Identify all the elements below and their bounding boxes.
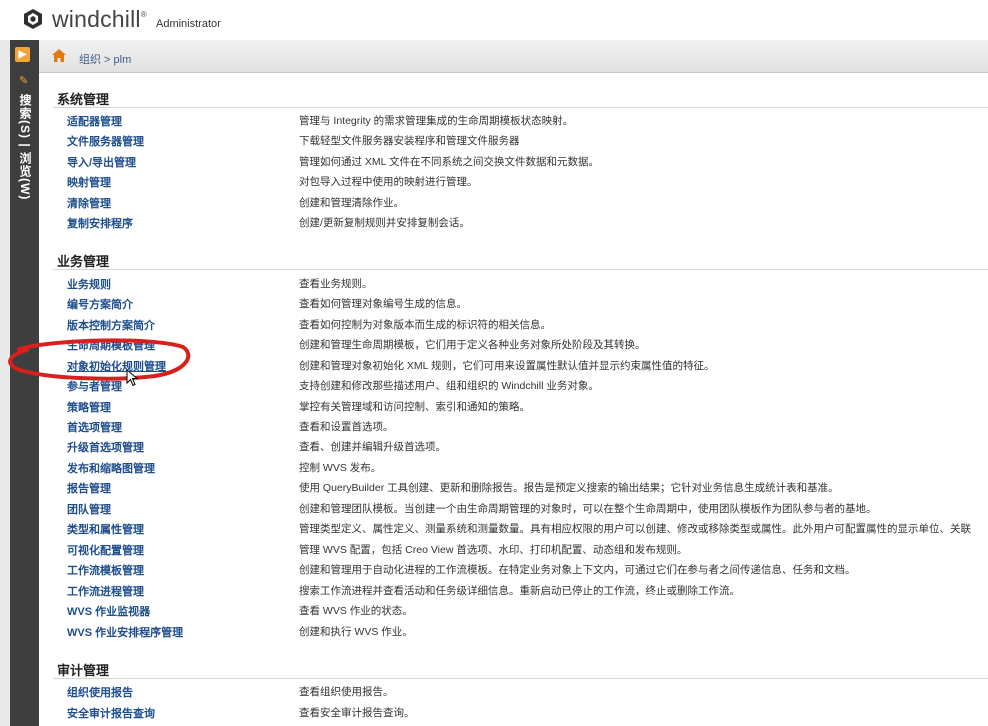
utility-description: 支持创建和修改那些描述用户、组和组织的 Windchill 业务对象。 xyxy=(299,380,599,392)
search-browse-tab[interactable]: 搜索(S) | 浏览(W) xyxy=(17,94,34,200)
list-item: 复制安排程序 创建/更新复制规则并安排复制会话。 xyxy=(39,212,988,232)
utility-description: 查看如何控制为对象版本而生成的标识符的相关信息。 xyxy=(299,319,551,331)
utility-description: 查看如何管理对象编号生成的信息。 xyxy=(299,298,467,310)
utility-link[interactable]: 发布和缩略图管理 xyxy=(67,460,155,476)
utility-description: 查看组织使用报告。 xyxy=(299,686,394,698)
utility-link[interactable]: 版本控制方案简介 xyxy=(67,317,155,333)
section-title-audit: 审计管理 xyxy=(57,663,110,678)
utility-link[interactable]: 策略管理 xyxy=(67,399,111,415)
list-item: 导入/导出管理 管理如何通过 XML 文件在不同系统之间交换文件数据和元数据。 xyxy=(39,151,988,171)
utility-description: 查看、创建并编辑升级首选项。 xyxy=(299,441,446,453)
utility-description: 创建和管理团队模板。当创建一个由生命周期管理的对象时，可以在整个生命周期中，使用… xyxy=(299,503,877,515)
utility-link[interactable]: 业务规则 xyxy=(67,276,111,292)
list-item: 适配器管理 管理与 Integrity 的需求管理集成的生命周期模板状态映射。 xyxy=(39,110,988,130)
utility-link[interactable]: 清除管理 xyxy=(67,195,111,211)
breadcrumb[interactable]: 组织 > plm xyxy=(79,51,131,67)
utility-link[interactable]: WVS 作业安排程序管理 xyxy=(67,624,183,640)
list-item: 发布和缩略图管理 控制 WVS 发布。 xyxy=(39,457,988,477)
expand-navigator-button[interactable]: ▶ xyxy=(15,47,30,62)
utility-description: 对包导入过程中使用的映射进行管理。 xyxy=(299,176,478,188)
utility-description: 掌控有关管理域和访问控制、索引和通知的策略。 xyxy=(299,401,530,413)
utility-link[interactable]: 生命周期模板管理 xyxy=(67,337,155,353)
list-item: 安全审计报告查询 查看安全审计报告查询。 xyxy=(39,702,988,722)
user-role: Administrator xyxy=(156,18,221,30)
utility-description: 创建/更新复制规则并安排复制会话。 xyxy=(299,217,470,229)
list-item: 编号方案简介 查看如何管理对象编号生成的信息。 xyxy=(39,293,988,313)
home-icon[interactable] xyxy=(52,49,66,62)
list-item: 业务规则 查看业务规则。 xyxy=(39,273,988,293)
utility-description: 查看 WVS 作业的状态。 xyxy=(299,605,413,617)
list-item: 版本控制方案简介 查看如何控制为对象版本而生成的标识符的相关信息。 xyxy=(39,314,988,334)
utility-link[interactable]: 组织使用报告 xyxy=(67,684,133,700)
utility-link[interactable]: 参与者管理 xyxy=(67,378,122,394)
list-item: 生命周期模板管理 创建和管理生命周期模板，它们用于定义各种业务对象所处阶段及其转换… xyxy=(39,334,988,354)
utility-link[interactable]: 可视化配置管理 xyxy=(67,542,144,558)
utility-link[interactable]: 安全审计报告查询 xyxy=(67,705,155,721)
list-item: 组织使用报告 查看组织使用报告。 xyxy=(39,681,988,701)
utility-description: 管理与 Integrity 的需求管理集成的生命周期模板状态映射。 xyxy=(299,115,574,127)
list-item: 映射管理 对包导入过程中使用的映射进行管理。 xyxy=(39,171,988,191)
list-item: 报告管理 使用 QueryBuilder 工具创建、更新和删除报告。报告是预定义搜… xyxy=(39,477,988,497)
utility-link[interactable]: 工作流进程管理 xyxy=(67,583,144,599)
utility-description: 查看业务规则。 xyxy=(299,278,373,290)
utility-description: 创建和执行 WVS 作业。 xyxy=(299,626,413,638)
navigator-sidebar: ▶ ✎ 搜索(S) | 浏览(W) xyxy=(10,40,39,726)
list-item: 可视化配置管理 管理 WVS 配置，包括 Creo View 首选项、水印、打印机… xyxy=(39,539,988,559)
section-divider xyxy=(53,107,988,108)
utility-description: 查看和设置首选项。 xyxy=(299,421,394,433)
utility-description: 下载轻型文件服务器安装程序和管理文件服务器 xyxy=(299,135,520,147)
list-item: 工作流进程管理 搜索工作流进程并查看活动和任务级详细信息。重新启动已停止的工作流，… xyxy=(39,580,988,600)
utility-link[interactable]: 适配器管理 xyxy=(67,113,122,129)
list-item: 升级首选项管理 查看、创建并编辑升级首选项。 xyxy=(39,436,988,456)
utility-link[interactable]: 文件服务器管理 xyxy=(67,133,144,149)
windchill-logo-icon xyxy=(24,9,42,29)
utility-description: 搜索工作流进程并查看活动和任务级详细信息。重新启动已停止的工作流，终止或删除工作… xyxy=(299,585,740,597)
utility-link[interactable]: 对象初始化规则管理 xyxy=(67,358,166,374)
utility-link[interactable]: 首选项管理 xyxy=(67,419,122,435)
utility-description: 创建和管理清除作业。 xyxy=(299,197,404,209)
list-item: 对象初始化规则管理 创建和管理对象初始化 XML 规则，它们可用来设置属性默认值并… xyxy=(39,355,988,375)
utility-link[interactable]: 映射管理 xyxy=(67,174,111,190)
utility-description: 查看安全审计报告查询。 xyxy=(299,707,415,719)
section-title-business: 业务管理 xyxy=(57,254,110,269)
utility-description: 创建和管理生命周期模板，它们用于定义各种业务对象所处阶段及其转换。 xyxy=(299,339,646,351)
list-item: 首选项管理 查看和设置首选项。 xyxy=(39,416,988,436)
utilities-content: 系统管理 适配器管理 管理与 Integrity 的需求管理集成的生命周期模板状态… xyxy=(39,73,988,726)
list-item: 团队管理 创建和管理团队模板。当创建一个由生命周期管理的对象时，可以在整个生命周期… xyxy=(39,498,988,518)
utility-link[interactable]: 团队管理 xyxy=(67,501,111,517)
list-item: 工作流模板管理 创建和管理用于自动化进程的工作流模板。在特定业务对象上下文内，可通… xyxy=(39,559,988,579)
utility-link[interactable]: 导入/导出管理 xyxy=(67,154,136,170)
list-item: 参与者管理 支持创建和修改那些描述用户、组和组织的 Windchill 业务对象。 xyxy=(39,375,988,395)
utility-description: 管理类型定义、属性定义、测量系统和测量数量。具有相应权限的用户可以创建、修改或移… xyxy=(299,523,971,535)
section-title-system: 系统管理 xyxy=(57,92,110,107)
utility-link[interactable]: 类型和属性管理 xyxy=(67,521,144,537)
brand-name[interactable]: windchill® xyxy=(52,6,147,33)
utility-description: 创建和管理用于自动化进程的工作流模板。在特定业务对象上下文内，可通过它们在参与者… xyxy=(299,564,856,576)
list-item: 文件服务器管理 下载轻型文件服务器安装程序和管理文件服务器 xyxy=(39,130,988,150)
utility-description: 管理 WVS 配置，包括 Creo View 首选项、水印、打印机配置、动态组和… xyxy=(299,544,688,556)
trademark-symbol: ® xyxy=(140,10,147,19)
section-divider xyxy=(53,678,988,679)
utility-description: 控制 WVS 发布。 xyxy=(299,462,382,474)
list-item: 类型和属性管理 管理类型定义、属性定义、测量系统和测量数量。具有相应权限的用户可以… xyxy=(39,518,988,538)
app-header: windchill® Administrator xyxy=(0,0,988,41)
utility-link[interactable]: 升级首选项管理 xyxy=(67,439,144,455)
list-item: WVS 作业安排程序管理 创建和执行 WVS 作业。 xyxy=(39,621,988,641)
utility-link[interactable]: 编号方案简介 xyxy=(67,296,133,312)
breadcrumb-bar: 组织 > plm xyxy=(39,40,988,73)
pin-icon[interactable]: ✎ xyxy=(19,74,28,87)
list-item: 清除管理 创建和管理清除作业。 xyxy=(39,192,988,212)
utility-link[interactable]: 复制安排程序 xyxy=(67,215,133,231)
utility-description: 使用 QueryBuilder 工具创建、更新和删除报告。报告是预定义搜索的输出… xyxy=(299,482,839,494)
section-divider xyxy=(53,269,988,270)
utility-description: 管理如何通过 XML 文件在不同系统之间交换文件数据和元数据。 xyxy=(299,156,600,168)
left-edge-strip xyxy=(0,40,10,726)
utility-link[interactable]: 报告管理 xyxy=(67,480,111,496)
utility-description: 创建和管理对象初始化 XML 规则，它们可用来设置属性默认值并显示约束属性值的特… xyxy=(299,360,715,372)
list-item: 策略管理 掌控有关管理域和访问控制、索引和通知的策略。 xyxy=(39,396,988,416)
list-item: WVS 作业监视器 查看 WVS 作业的状态。 xyxy=(39,600,988,620)
utility-link[interactable]: WVS 作业监视器 xyxy=(67,603,150,619)
utility-link[interactable]: 工作流模板管理 xyxy=(67,562,144,578)
